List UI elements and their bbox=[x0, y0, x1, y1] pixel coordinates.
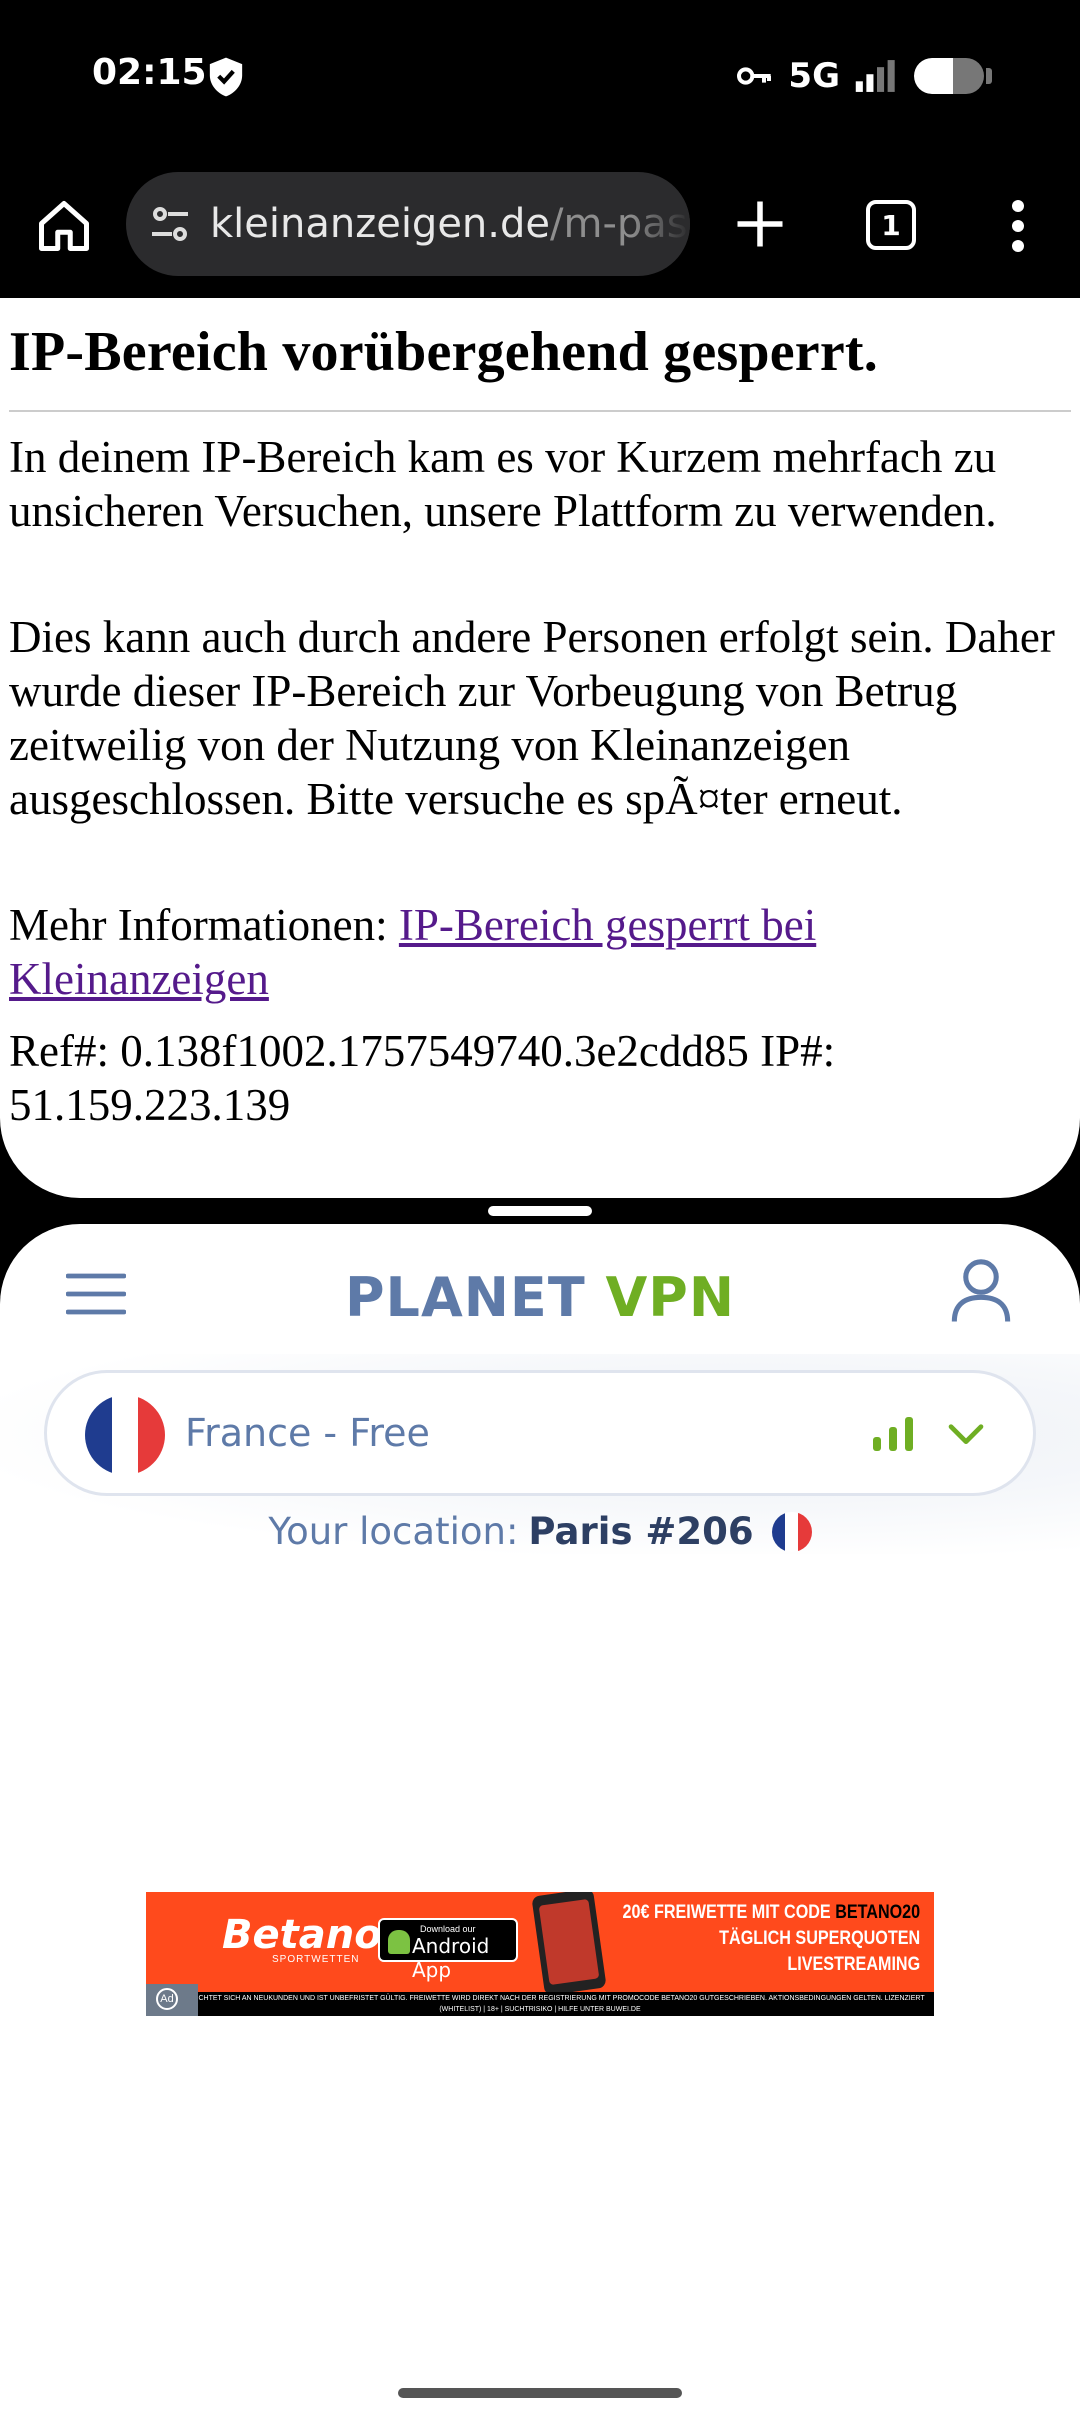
user-profile-icon[interactable] bbox=[950, 1258, 1012, 1324]
more-info: Mehr Informationen: IP-Bereich gesperrt … bbox=[9, 898, 1069, 1006]
ad-app-big: Android App bbox=[412, 1934, 490, 1982]
logo-planet: PLANET bbox=[344, 1266, 586, 1329]
home-icon[interactable] bbox=[34, 196, 94, 256]
paragraph-2: Dies kann auch durch andere Personen erf… bbox=[9, 612, 1055, 824]
ad-badge-label: Ad bbox=[156, 1988, 178, 2010]
split-screen-handle[interactable] bbox=[488, 1206, 592, 1216]
status-time: 02:15 bbox=[92, 52, 207, 93]
france-flag-icon bbox=[771, 1511, 812, 1552]
ad-banner[interactable]: Betano SPORTWETTEN Download our Android … bbox=[146, 1892, 934, 2016]
ad-brand-sub: SPORTWETTEN bbox=[272, 1954, 360, 1965]
app-logo: PLANET VPN bbox=[0, 1266, 1080, 1329]
gesture-bar[interactable] bbox=[398, 2388, 682, 2398]
new-tab-plus-icon[interactable] bbox=[730, 194, 790, 254]
ad-app-small: Download our bbox=[420, 1924, 476, 1934]
browser-toolbar: kleinanzeigen.de/m-pas 1 bbox=[0, 150, 1080, 448]
url-text[interactable]: kleinanzeigen.de/m-pas bbox=[210, 201, 688, 247]
ad-code: BETANO20 bbox=[835, 1902, 920, 1923]
ad-copy: 20€ FREIWETTE MIT CODE BETANO20 TÄGLICH … bbox=[622, 1900, 920, 1978]
ad-choices-icon[interactable]: Ad bbox=[146, 1984, 198, 2016]
country-selector[interactable]: France - Free bbox=[44, 1370, 1036, 1496]
more-vert-icon[interactable] bbox=[1000, 196, 1036, 256]
error-page: IP-Bereich vorübergehend gesperrt. In de… bbox=[0, 298, 1080, 1198]
tab-switcher-icon[interactable]: 1 bbox=[866, 200, 916, 250]
more-info-label: Mehr Informationen: bbox=[9, 900, 399, 950]
ad-brand: Betano bbox=[222, 1912, 382, 1958]
phone-image bbox=[531, 1892, 607, 1996]
ad-line-2: TÄGLICH SUPERQUOTEN bbox=[719, 1928, 920, 1949]
ad-line-1-pre: 20€ FREIWETTE MIT CODE bbox=[622, 1902, 836, 1923]
location-label: Your location: bbox=[268, 1510, 519, 1553]
network-type: 5G bbox=[788, 56, 840, 96]
selected-country: France - Free bbox=[185, 1411, 430, 1455]
paragraph-1: In deinem IP-Bereich kam es vor Kurzem m… bbox=[9, 432, 997, 536]
ad-line-1: 20€ FREIWETTE MIT CODE BETANO20 bbox=[622, 1900, 920, 1926]
title-divider bbox=[9, 410, 1071, 412]
ad-android-app-button[interactable]: Download our Android App bbox=[378, 1918, 518, 1982]
logo-vpn: VPN bbox=[605, 1266, 736, 1329]
chevron-down-icon[interactable] bbox=[945, 1415, 987, 1455]
address-bar[interactable]: kleinanzeigen.de/m-pas bbox=[126, 172, 690, 276]
shield-icon bbox=[209, 57, 243, 97]
phone-screen bbox=[538, 1898, 600, 1986]
vpn-key-icon bbox=[737, 67, 772, 85]
france-flag-icon bbox=[85, 1395, 165, 1475]
ref-line: Ref#: 0.138f1002.1757549740.3e2cdd85 IP#… bbox=[9, 1026, 836, 1130]
page-title: IP-Bereich vorübergehend gesperrt. bbox=[9, 321, 878, 383]
vpn-app: PLANET VPN France - Free Your location: … bbox=[0, 1224, 1080, 2424]
status-icons: 5G bbox=[734, 56, 992, 96]
site-settings-icon[interactable] bbox=[146, 200, 194, 248]
your-location: Your location: Paris #206 bbox=[0, 1510, 1080, 1553]
battery-tip bbox=[986, 68, 992, 84]
url-host: kleinanzeigen.de bbox=[210, 201, 550, 247]
server-signal-icon bbox=[873, 1417, 913, 1451]
battery-icon bbox=[914, 58, 984, 94]
ad-top: Betano SPORTWETTEN Download our Android … bbox=[146, 1892, 934, 1996]
android-icon bbox=[388, 1930, 410, 1954]
signal-icon bbox=[855, 60, 895, 92]
ad-line-3: LIVESTREAMING bbox=[787, 1954, 920, 1975]
url-fade bbox=[630, 172, 690, 276]
ad-disclaimer: ANGEBOT RICHTET SICH AN NEUKUNDEN UND IS… bbox=[146, 1992, 934, 2016]
location-city: Paris #206 bbox=[528, 1510, 754, 1553]
status-bar: 02:15 5G bbox=[0, 0, 1080, 150]
